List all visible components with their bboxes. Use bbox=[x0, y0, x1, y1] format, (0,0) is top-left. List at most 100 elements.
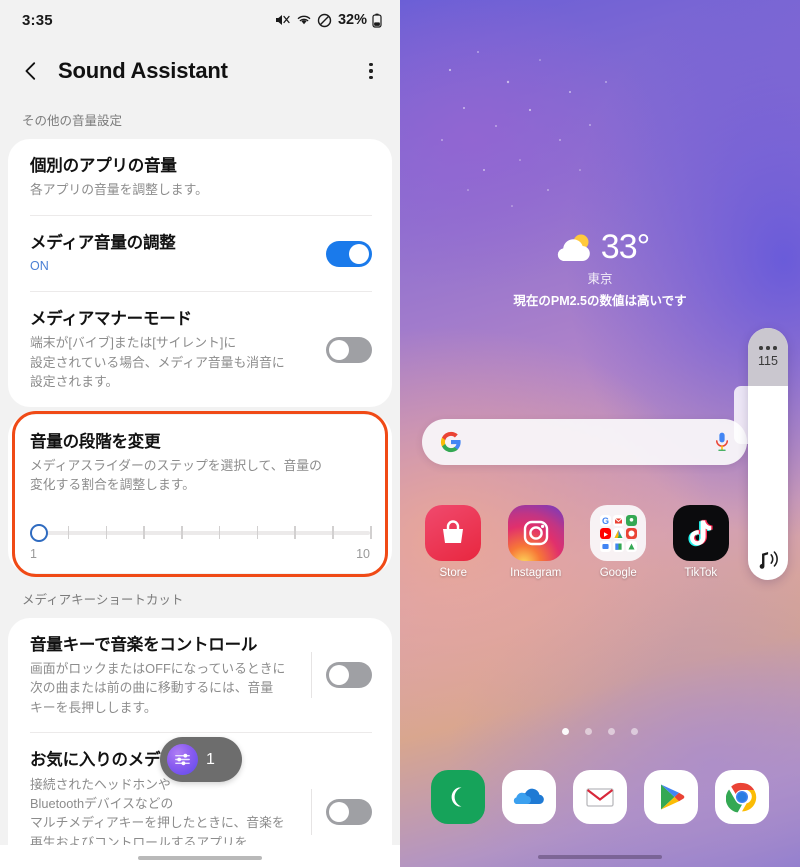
slider-tick bbox=[256, 525, 259, 539]
page-dot[interactable] bbox=[585, 728, 592, 735]
status-time: 3:35 bbox=[22, 11, 53, 29]
toggle-media-volume-adjust[interactable] bbox=[326, 240, 372, 267]
right-phone-home-screen: 3:36 32% bbox=[400, 0, 800, 867]
google-g-icon bbox=[440, 431, 461, 453]
slider-tick bbox=[67, 525, 70, 539]
home-app-row: Store Instagram G Google TikTok bbox=[412, 505, 742, 579]
volume-steps-slider[interactable] bbox=[30, 520, 372, 546]
row-title: 音量キーで音楽をコントロール bbox=[30, 635, 258, 654]
row-title: 音量の段階を変更 bbox=[30, 432, 161, 451]
volume-steps-card: 音量の段階を変更 メディアスライダーのステップを選択して、音量の 変化する割合を… bbox=[8, 410, 392, 577]
google-search-bar[interactable] bbox=[422, 419, 747, 465]
slider-min-label: 1 bbox=[30, 546, 37, 561]
google-play-icon[interactable] bbox=[644, 770, 699, 824]
section-label-media-key-shortcut: メディアキーショートカット bbox=[22, 592, 184, 607]
page-dot-active[interactable] bbox=[562, 728, 569, 735]
left-status-bar: 3:35 32% bbox=[0, 0, 400, 40]
badge-count: 1 bbox=[206, 750, 215, 768]
toggle-favorite-media-app[interactable] bbox=[326, 799, 372, 826]
row-title: メディア音量の調整 bbox=[30, 233, 176, 252]
app-label: TikTok bbox=[684, 567, 718, 579]
slider-ticks bbox=[30, 525, 372, 540]
row-media-manner-mode[interactable]: メディアマナーモード 端末が[バイブ]または[サイレント]に 設定されている場合… bbox=[8, 292, 392, 407]
samsung-store-icon bbox=[425, 505, 482, 561]
gesture-home-bar[interactable] bbox=[138, 855, 262, 860]
row-change-volume-steps[interactable]: 音量の段階を変更 メディアスライダーのステップを選択して、音量の 変化する割合を… bbox=[8, 415, 392, 510]
partly-cloudy-icon bbox=[557, 234, 590, 261]
section-label-volume-settings: その他の音量設定 bbox=[22, 114, 123, 128]
row-vertical-divider bbox=[311, 652, 312, 699]
row-subtitle: 端末が[バイブ]または[サイレント]に 設定されている場合、メディア音量も消音に… bbox=[30, 335, 285, 390]
battery-percent: 32% bbox=[337, 12, 367, 28]
slider-thumb[interactable] bbox=[30, 523, 48, 542]
app-store[interactable]: Store bbox=[412, 505, 495, 579]
slider-tick bbox=[143, 525, 145, 539]
do-not-disturb-icon bbox=[317, 13, 332, 27]
volume-settings-card: 個別のアプリの音量 各アプリの音量を調整します。 メディア音量の調整 ON メデ… bbox=[8, 139, 392, 407]
wifi-icon bbox=[297, 15, 311, 25]
slider-scale: 1 10 bbox=[30, 546, 370, 561]
dual-phone-screenshot: 3:35 32% Sound Assistant その他の音量設定 個別のアプリ… bbox=[0, 0, 800, 867]
weather-widget[interactable]: 33° 東京 現在のPM2.5の数値は高いです bbox=[400, 228, 800, 309]
slider-tick bbox=[332, 525, 334, 539]
left-phone-settings-screen: 3:35 32% Sound Assistant その他の音量設定 個別のアプリ… bbox=[0, 0, 400, 867]
volume-panel-handle[interactable] bbox=[734, 386, 748, 444]
battery-icon bbox=[372, 13, 382, 28]
floating-assistant-badge[interactable]: 1 bbox=[160, 737, 242, 782]
page-title: Sound Assistant bbox=[58, 58, 228, 83]
weather-temperature: 33° bbox=[600, 228, 650, 266]
music-note-volume-icon[interactable] bbox=[755, 548, 781, 570]
chevron-left-icon[interactable] bbox=[20, 60, 42, 82]
app-instagram[interactable]: Instagram bbox=[495, 505, 578, 579]
google-folder-icon: G bbox=[590, 505, 647, 561]
microphone-icon[interactable] bbox=[713, 431, 731, 453]
row-title: 個別のアプリの音量 bbox=[30, 157, 177, 175]
home-dock bbox=[410, 770, 790, 824]
slider-tick bbox=[294, 525, 297, 539]
slider-tick bbox=[181, 525, 183, 539]
weather-note: 現在のPM2.5の数値は高いです bbox=[513, 294, 687, 308]
page-indicator[interactable] bbox=[400, 728, 800, 735]
slider-max-label: 10 bbox=[356, 546, 370, 561]
row-subtitle: メディアスライダーのステップを選択して、音量の 変化する割合を調整します。 bbox=[30, 457, 322, 493]
email-envelope-icon[interactable] bbox=[572, 770, 627, 824]
equalizer-icon bbox=[167, 744, 198, 775]
app-tiktok[interactable]: TikTok bbox=[660, 505, 743, 579]
row-volume-key-music-control[interactable]: 音量キーで音楽をコントロール 画面がロックまたはOFFになっているときに 次の曲… bbox=[8, 618, 392, 733]
chrome-icon[interactable] bbox=[715, 770, 770, 824]
gesture-home-bar[interactable] bbox=[538, 854, 662, 859]
settings-title-bar: Sound Assistant bbox=[0, 40, 400, 102]
volume-slider-panel[interactable]: 115 bbox=[748, 328, 788, 580]
kebab-menu-icon[interactable] bbox=[360, 60, 382, 82]
volume-mute-icon bbox=[275, 15, 290, 25]
toggle-volume-key-music-control[interactable] bbox=[326, 662, 372, 689]
app-google-folder[interactable]: G Google bbox=[577, 505, 660, 579]
onedrive-cloud-icon[interactable] bbox=[501, 770, 556, 824]
app-label: Store bbox=[439, 567, 468, 579]
slider-tick bbox=[218, 525, 221, 539]
page-dot[interactable] bbox=[631, 728, 638, 735]
app-label: Instagram bbox=[510, 567, 562, 579]
tiktok-icon bbox=[672, 505, 729, 561]
row-per-app-volume[interactable]: 個別のアプリの音量 各アプリの音量を調整します。 bbox=[8, 139, 392, 215]
volume-value: 115 bbox=[758, 353, 778, 368]
instagram-icon bbox=[507, 505, 564, 561]
row-title: メディアマナーモード bbox=[30, 309, 192, 328]
slider-tick bbox=[370, 525, 372, 539]
row-vertical-divider bbox=[311, 789, 312, 836]
row-subtitle: 画面がロックまたはOFFになっているときに 次の曲または前の曲に移動するには、音… bbox=[30, 660, 286, 715]
toggle-media-manner-mode[interactable] bbox=[326, 336, 372, 363]
row-media-volume-adjust[interactable]: メディア音量の調整 ON bbox=[8, 216, 392, 291]
status-icons: 32% bbox=[275, 12, 382, 28]
wallpaper-stars-decoration bbox=[441, 51, 607, 207]
volume-panel-header: 115 bbox=[748, 328, 788, 386]
slider-tick bbox=[105, 525, 108, 539]
volume-panel-footer bbox=[748, 548, 788, 570]
row-subtitle: 各アプリの音量を調整します。 bbox=[30, 182, 208, 198]
phone-icon[interactable] bbox=[430, 770, 485, 824]
svg-text:G: G bbox=[602, 516, 609, 526]
more-dots-icon[interactable] bbox=[759, 346, 777, 350]
app-label: Google bbox=[599, 567, 637, 579]
page-dot[interactable] bbox=[608, 728, 615, 735]
volume-steps-slider-wrap: 1 10 bbox=[8, 510, 392, 565]
